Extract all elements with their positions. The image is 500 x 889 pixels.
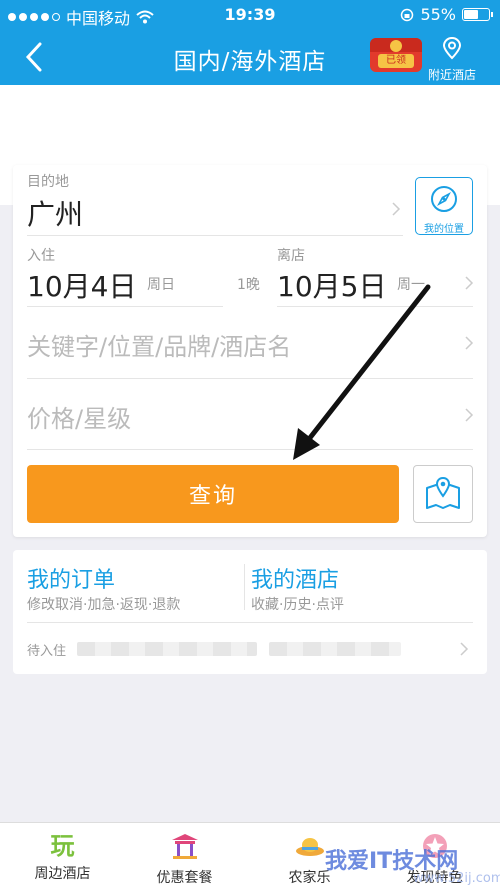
watermark: 我爱IT技术网 www.52ij.com — [325, 843, 500, 886]
nav-bar: 国内/海外酒店 已领 附近酒店 — [0, 30, 500, 85]
rotation-lock-icon — [401, 8, 414, 21]
checkin-weekday: 周日 — [147, 277, 175, 293]
destination-field[interactable]: 广州 — [27, 193, 83, 233]
watermark-url: www.52ij.com — [413, 871, 500, 886]
battery-icon — [462, 8, 493, 21]
battery-percent: 55% — [420, 5, 456, 24]
checkin-label: 入住 — [27, 248, 55, 264]
my-orders-sub: 修改取消·加急·返现·退款 — [27, 597, 181, 613]
map-pin-icon — [426, 476, 460, 509]
coin-icon — [390, 40, 402, 52]
pending-order-info — [269, 642, 401, 656]
hotel-search-form: 目的地 广州 我的位置 入住 10月4日 周日 1晚 离店 10月5日 周一 关… — [13, 165, 487, 537]
nights-count: 1晚 — [237, 277, 260, 293]
nearby-hotels-label: 附近酒店 — [427, 68, 476, 82]
compass-icon — [431, 186, 457, 212]
my-hotels-sub: 收藏·历史·点评 — [251, 597, 344, 613]
orders-card: 我的订单 修改取消·加急·返现·退款 我的酒店 收藏·历史·点评 待入住 — [13, 550, 487, 674]
destination-label: 目的地 — [27, 174, 69, 190]
location-pin-icon — [442, 36, 462, 60]
pending-order-info — [77, 642, 257, 656]
chevron-right-icon — [465, 276, 474, 290]
checkout-label: 离店 — [277, 248, 305, 264]
my-hotels-link[interactable]: 我的酒店 — [251, 562, 339, 594]
chevron-right-icon — [465, 336, 474, 350]
wan-icon: 玩 — [50, 832, 75, 860]
search-button[interactable]: 查询 — [27, 465, 399, 523]
nearby-hotels-button[interactable]: 附近酒店 — [424, 36, 480, 83]
chevron-right-icon — [465, 408, 474, 422]
price-star-input[interactable]: 价格/星级 — [27, 399, 131, 434]
keyword-input[interactable]: 关键字/位置/品牌/酒店名 — [27, 327, 291, 362]
checkout-weekday: 周一 — [397, 277, 425, 293]
checkin-date[interactable]: 10月4日 — [27, 265, 136, 305]
tab-nearby-hotels[interactable]: 玩 周边酒店 — [0, 823, 125, 889]
chevron-right-icon[interactable] — [459, 641, 469, 657]
pavilion-icon — [171, 834, 198, 859]
red-packet-label: 已领 — [378, 54, 414, 68]
chevron-right-icon — [392, 202, 401, 216]
tab-packages[interactable]: 优惠套餐 — [122, 823, 247, 889]
my-location-label: 我的位置 — [424, 224, 464, 235]
hat-icon — [295, 838, 324, 856]
my-location-button[interactable]: 我的位置 — [415, 177, 473, 235]
red-packet-button[interactable]: 已领 — [370, 38, 422, 72]
status-bar: 中国移动 19:39 55% — [0, 0, 500, 30]
pending-checkin-label: 待入住 — [27, 644, 67, 659]
my-orders-link[interactable]: 我的订单 — [27, 562, 115, 594]
map-button[interactable] — [413, 465, 473, 523]
checkout-date[interactable]: 10月5日 — [277, 265, 386, 305]
